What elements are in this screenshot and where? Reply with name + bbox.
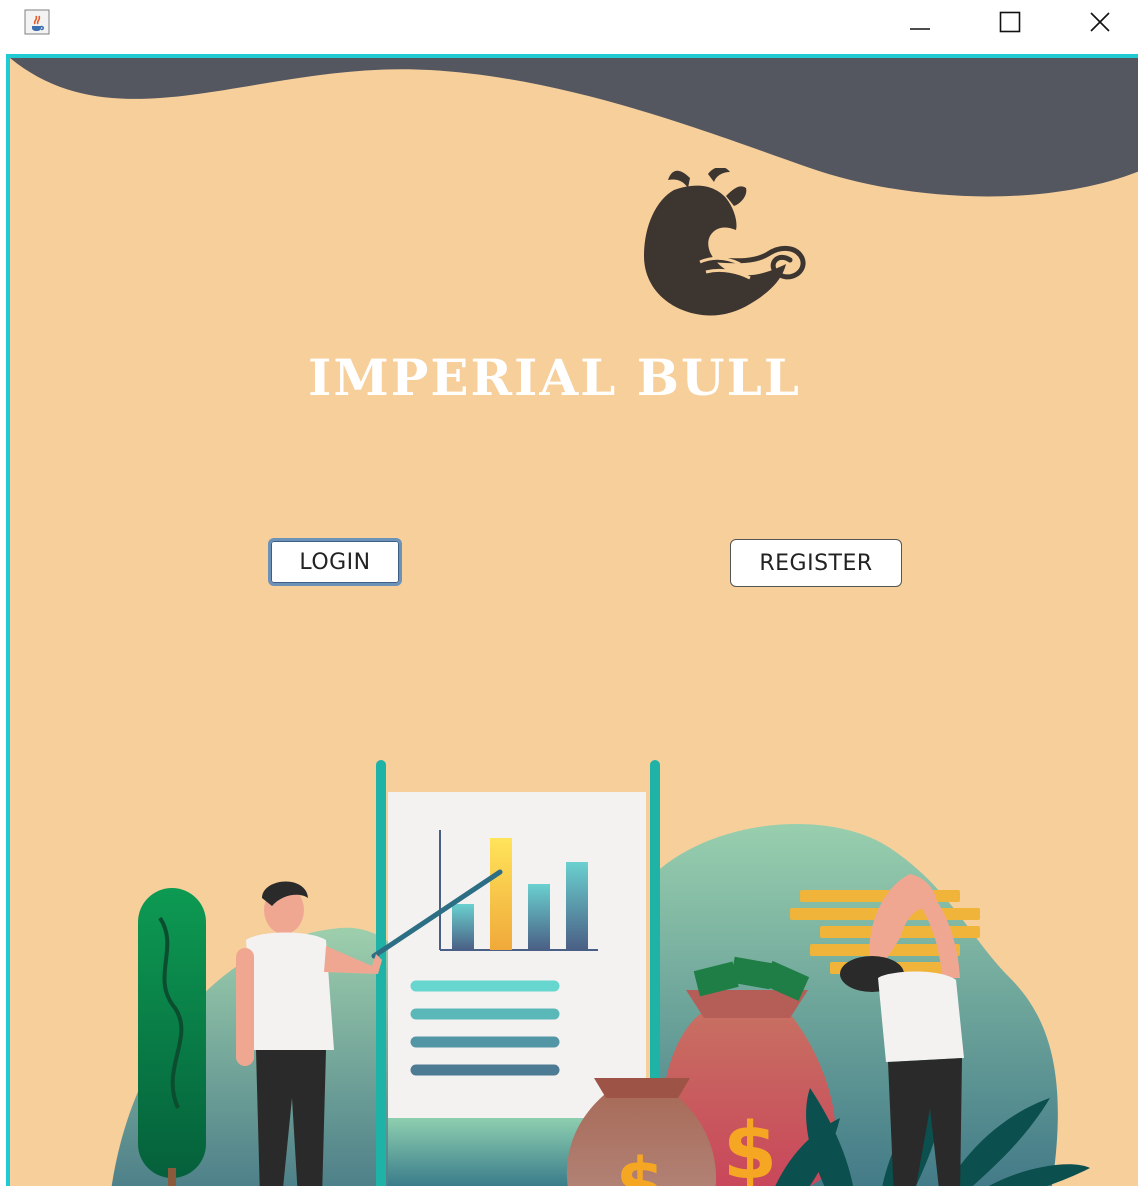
app-content-panel: IMPERIAL BULL LOGIN REGISTER $ $ [6, 54, 1138, 1186]
header-wave [10, 58, 1138, 197]
close-icon [1090, 12, 1110, 32]
brand-title: IMPERIAL BULL [308, 348, 801, 407]
board-bar [566, 862, 588, 950]
window-titlebar [0, 0, 1138, 54]
tree [138, 888, 206, 1178]
java-cup-icon[interactable] [24, 9, 50, 35]
svg-text:$: $ [616, 1143, 665, 1186]
board-bar [452, 904, 474, 950]
bull-logo-icon [644, 168, 806, 316]
login-button[interactable]: LOGIN [268, 538, 402, 586]
board-bar [528, 884, 550, 950]
minimize-button[interactable] [875, 0, 965, 44]
maximize-button[interactable] [965, 0, 1055, 44]
close-button[interactable] [1055, 0, 1138, 44]
minimize-icon [910, 28, 930, 30]
maximize-icon [999, 11, 1021, 33]
finance-illustration: $ $ [111, 760, 1090, 1186]
svg-text:$: $ [723, 1107, 777, 1186]
register-button[interactable]: REGISTER [730, 539, 902, 587]
board-bar [490, 838, 512, 950]
